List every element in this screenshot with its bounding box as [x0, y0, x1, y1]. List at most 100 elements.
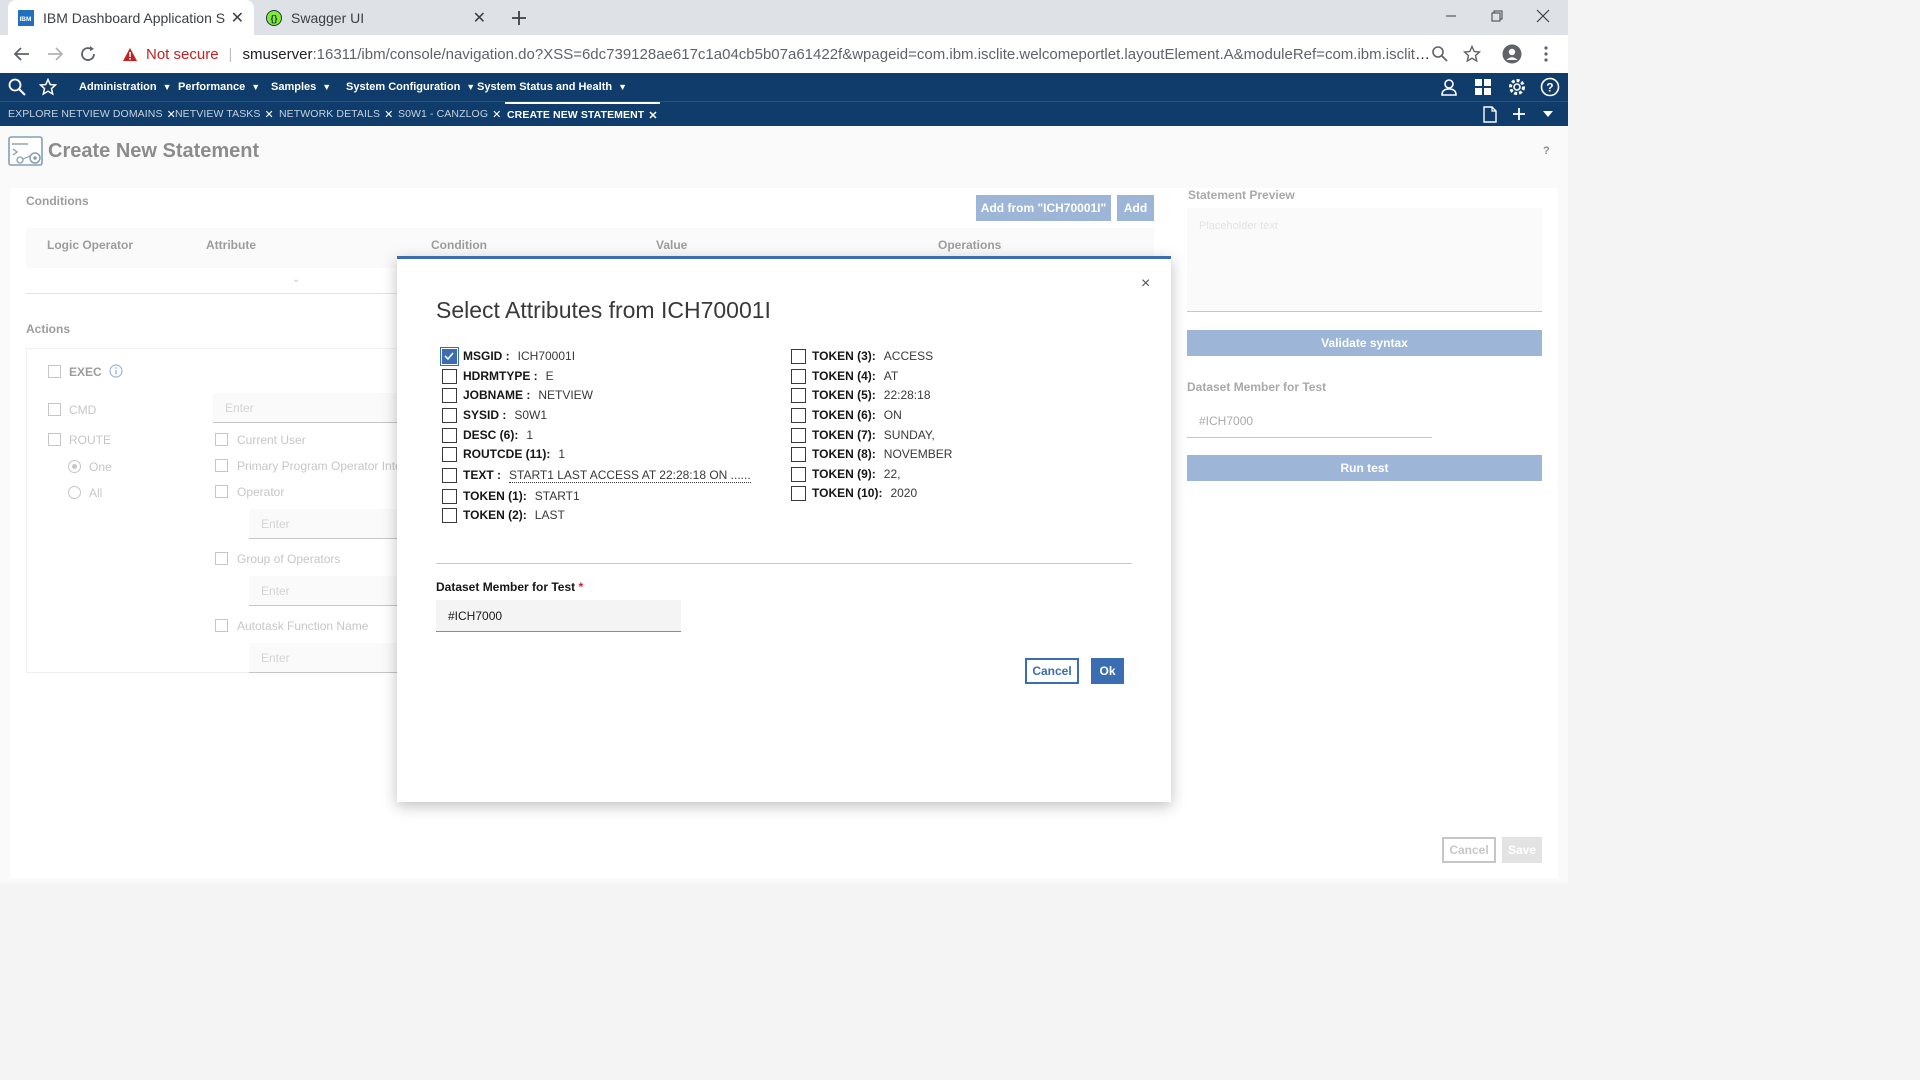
bookmark-star-icon[interactable] [1460, 42, 1484, 66]
ok-button[interactable]: Ok [1091, 658, 1124, 684]
browser-tab-ibm-dashboard[interactable]: IBM IBM Dashboard Application Servi ✕ [8, 0, 254, 35]
svg-text:IBM: IBM [20, 16, 32, 23]
attribute-text[interactable]: TEXT : START1 LAST ACCESS AT 22:28:18 ON … [442, 466, 751, 484]
forward-icon[interactable] [43, 42, 67, 66]
checkbox[interactable] [442, 407, 457, 423]
modal-title: Select Attributes from ICH70001I [436, 297, 771, 323]
profile-avatar-icon[interactable] [1500, 42, 1524, 66]
attribute-jobname[interactable]: JOBNAME : NETVIEW [442, 386, 593, 404]
tab-explore-netview-domains[interactable]: EXPLORE NETVIEW DOMAINS ✕ [8, 102, 176, 126]
checkbox[interactable] [442, 427, 457, 443]
menu-system-status-health[interactable]: System Status and Health ▼ [477, 73, 627, 101]
checkbox[interactable] [791, 407, 806, 423]
browser-tab-title: IBM Dashboard Application Servi [43, 9, 225, 26]
modal-close-icon[interactable]: × [1141, 275, 1150, 293]
checkbox[interactable] [442, 446, 457, 462]
browser-tab-swagger[interactable]: {} Swagger UI ✕ [256, 0, 496, 35]
url-text: smuserver:16311/ibm/console/navigation.d… [242, 45, 1433, 63]
close-tab-icon[interactable]: ✕ [648, 109, 657, 122]
close-tab-icon[interactable]: ✕ [384, 108, 393, 121]
dataset-member-input[interactable]: #ICH7000 [436, 600, 681, 632]
restore-icon[interactable] [1474, 4, 1520, 28]
attribute-desc[interactable]: DESC (6): 1 [442, 426, 533, 444]
new-tab-icon[interactable] [508, 7, 530, 29]
checkbox[interactable] [442, 488, 457, 504]
dataset-member-label: Dataset Member for Test * [436, 580, 584, 594]
checkbox-checked[interactable] [440, 346, 459, 366]
attribute-token-6[interactable]: TOKEN (6): ON [791, 406, 902, 424]
checkbox[interactable] [791, 446, 806, 462]
not-secure-indicator[interactable]: Not secure [122, 46, 219, 63]
swagger-favicon-icon: {} [266, 9, 282, 26]
checkbox[interactable] [442, 507, 457, 523]
cancel-button[interactable]: Cancel [1025, 658, 1079, 684]
attribute-routcde[interactable]: ROUTCDE (11): 1 [442, 445, 565, 463]
close-tab-icon[interactable]: ✕ [492, 108, 501, 121]
menu-system-configuration[interactable]: System Configuration ▼ [346, 73, 475, 101]
browser-tab-strip: IBM IBM Dashboard Application Servi ✕ {}… [0, 0, 1568, 35]
reload-icon[interactable] [76, 42, 100, 66]
apps-grid-icon[interactable] [1474, 78, 1492, 96]
close-tab-icon[interactable]: ✕ [231, 8, 244, 28]
required-marker: * [578, 580, 584, 594]
attribute-token-1[interactable]: TOKEN (1): START1 [442, 487, 580, 505]
attribute-token-10[interactable]: TOKEN (10): 2020 [791, 484, 917, 502]
tab-network-details[interactable]: NETWORK DETAILS ✕ [279, 102, 393, 126]
tabs-dropdown-chevron-icon[interactable] [1543, 111, 1553, 117]
close-window-icon[interactable] [1520, 4, 1566, 28]
select-attributes-modal: Select Attributes from ICH70001I × MSGID… [397, 256, 1171, 802]
portal-tabs-bar: EXPLORE NETVIEW DOMAINS ✕ NETVIEW TASKS ✕ … [0, 101, 1568, 126]
attribute-token-4[interactable]: TOKEN (4): AT [791, 367, 898, 385]
app-header: Administration ▼ Performance ▼ Samples ▼ Sy… [0, 73, 1568, 101]
zoom-icon[interactable] [1428, 42, 1452, 66]
browser-toolbar: Not secure | smuserver:16311/ibm/console… [0, 35, 1568, 73]
svg-text:?: ? [1546, 81, 1553, 95]
minimize-icon[interactable] [1428, 4, 1474, 28]
search-icon[interactable] [8, 78, 26, 96]
chevron-down-icon: ▼ [162, 82, 172, 92]
security-label: Not secure [146, 45, 219, 63]
user-icon[interactable] [1440, 78, 1458, 96]
attribute-token-2[interactable]: TOKEN (2): LAST [442, 506, 565, 524]
attribute-token-3[interactable]: TOKEN (3): ACCESS [791, 347, 933, 365]
menu-samples[interactable]: Samples ▼ [271, 73, 331, 101]
svg-text:{}: {} [271, 13, 279, 23]
checkbox[interactable] [442, 387, 457, 403]
checkbox[interactable] [791, 368, 806, 384]
close-tab-icon[interactable]: ✕ [265, 108, 274, 121]
menu-performance[interactable]: Performance ▼ [178, 73, 260, 101]
tab-s0w1-canzlog[interactable]: S0W1 - CANZLOG ✕ [398, 102, 501, 126]
checkbox[interactable] [791, 387, 806, 403]
chevron-down-icon: ▼ [618, 82, 628, 92]
checkbox[interactable] [791, 348, 806, 364]
modal-divider [436, 563, 1132, 564]
settings-gear-icon[interactable] [1507, 77, 1527, 97]
attribute-msgid[interactable]: MSGID : ICH70001I [440, 346, 575, 366]
checkbox[interactable] [791, 427, 806, 443]
address-bar[interactable]: Not secure | smuserver:16311/ibm/console… [110, 39, 1490, 69]
close-tab-icon[interactable]: ✕ [473, 8, 486, 28]
tab-netview-tasks[interactable]: NETVIEW TASKS ✕ [175, 102, 274, 126]
new-page-icon[interactable] [1483, 106, 1497, 123]
tab-create-new-statement[interactable]: CREATE NEW STATEMENT ✕ [505, 102, 660, 126]
checkbox[interactable] [791, 485, 806, 501]
checkbox[interactable] [442, 467, 457, 483]
chevron-down-icon: ▼ [466, 82, 476, 92]
back-icon[interactable] [10, 42, 34, 66]
menu-administration[interactable]: Administration ▼ [79, 73, 172, 101]
attribute-token-8[interactable]: TOKEN (8): NOVEMBER [791, 445, 952, 463]
chevron-down-icon: ▼ [322, 82, 332, 92]
favorites-star-icon[interactable] [39, 78, 57, 96]
attribute-hdrmtype[interactable]: HDRMTYPE :E [442, 367, 554, 385]
checkbox[interactable] [791, 466, 806, 482]
attribute-sysid[interactable]: SYSID : S0W1 [442, 406, 547, 424]
add-tab-icon[interactable] [1512, 107, 1526, 121]
attribute-token-7[interactable]: TOKEN (7): SUNDAY, [791, 426, 935, 444]
checkbox[interactable] [442, 368, 457, 384]
attribute-token-9[interactable]: TOKEN (9): 22, [791, 465, 900, 483]
attribute-token-5[interactable]: TOKEN (5): 22:28:18 [791, 386, 931, 404]
help-icon[interactable]: ? [1540, 77, 1560, 97]
browser-menu-icon[interactable] [1534, 42, 1558, 66]
browser-tab-title: Swagger UI [291, 9, 365, 26]
warning-icon [123, 47, 137, 61]
